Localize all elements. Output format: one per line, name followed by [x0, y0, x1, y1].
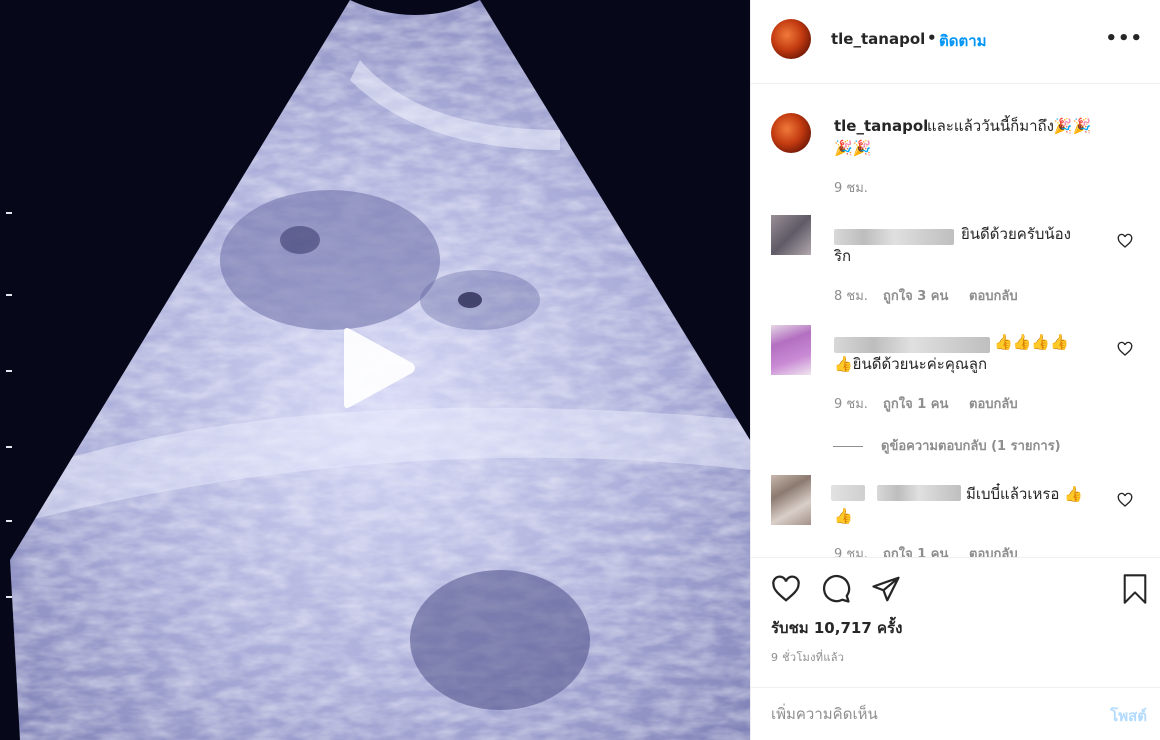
comments-list[interactable]: tle_tanapol และแล้ววันนี้ก็มาถึง🎉🎉 🎉🎉 9 … — [751, 85, 1160, 557]
follow-button[interactable]: ติดตาม — [939, 29, 987, 53]
bookmark-save-icon[interactable] — [1121, 573, 1149, 605]
commenter-username-blurred[interactable] — [834, 229, 954, 245]
view-replies-button[interactable]: ดูข้อความตอบกลับ (1 รายการ) — [833, 435, 1061, 456]
comment-text-cont: ริก — [834, 247, 852, 265]
reply-button[interactable]: ตอบกลับ — [969, 285, 1018, 306]
comment-time[interactable]: 9 ชม. — [834, 393, 868, 414]
post-header: tle_tanapol • ติดตาม ••• — [751, 0, 1160, 84]
commenter-avatar[interactable] — [771, 325, 811, 375]
commenter-username-blurred[interactable] — [831, 485, 865, 501]
author-avatar[interactable] — [771, 19, 811, 59]
view-replies-label: ดูข้อความตอบกลับ (1 รายการ) — [881, 439, 1061, 454]
like-comment-heart-icon[interactable] — [1117, 341, 1133, 357]
view-count[interactable]: รับชม 10,717 ครั้ง — [771, 616, 902, 640]
separator-dot: • — [927, 29, 937, 47]
like-comment-heart-icon[interactable] — [1117, 233, 1133, 249]
author-username[interactable]: tle_tanapol — [831, 30, 925, 48]
play-icon[interactable] — [338, 326, 418, 410]
depth-marker — [6, 520, 12, 522]
post-side-panel: tle_tanapol • ติดตาม ••• tle_tanapol และ… — [750, 0, 1160, 740]
add-comment-bar: โพสต์ — [751, 687, 1160, 740]
commenter-username-blurred[interactable] — [834, 337, 990, 353]
reply-button[interactable]: ตอบกลับ — [969, 543, 1018, 557]
comment-likes[interactable]: ถูกใจ 1 คน — [883, 543, 948, 557]
caption-avatar[interactable] — [771, 113, 811, 153]
comment-likes[interactable]: ถูกใจ 3 คน — [883, 285, 948, 306]
commenter-username-blurred[interactable] — [877, 485, 961, 501]
comment-time[interactable]: 9 ชม. — [834, 543, 868, 557]
like-heart-icon[interactable] — [771, 574, 801, 604]
comment-text-cont: 👍 — [834, 507, 853, 525]
video-player[interactable] — [0, 0, 750, 740]
post-comment-button[interactable]: โพสต์ — [1110, 704, 1147, 728]
comment-time[interactable]: 8 ชม. — [834, 285, 868, 306]
depth-marker — [6, 446, 12, 448]
depth-marker — [6, 212, 12, 214]
instagram-post-modal: tle_tanapol • ติดตาม ••• tle_tanapol และ… — [0, 0, 1160, 740]
comment-text: ยินดีด้วยครับน้อง — [961, 225, 1071, 243]
post-time-ago[interactable]: 9 ชั่วโมงที่แล้ว — [771, 648, 844, 666]
commenter-avatar[interactable] — [771, 475, 811, 525]
replies-divider — [833, 446, 863, 447]
reply-button[interactable]: ตอบกลับ — [969, 393, 1018, 414]
comment-likes[interactable]: ถูกใจ 1 คน — [883, 393, 948, 414]
depth-marker — [6, 370, 12, 372]
depth-marker — [6, 294, 12, 296]
caption-time[interactable]: 9 ชม. — [834, 177, 868, 198]
like-comment-heart-icon[interactable] — [1117, 492, 1133, 508]
commenter-avatar[interactable] — [771, 215, 811, 255]
comment-text-cont: 👍ยินดีด้วยนะค่ะคุณลูก — [834, 355, 988, 373]
comment-input[interactable] — [771, 700, 1081, 728]
comment-text: 👍👍👍👍 — [994, 333, 1069, 351]
comment-bubble-icon[interactable] — [821, 574, 851, 604]
depth-marker — [6, 596, 12, 598]
comment-text: มีเบบี๋แล้วเหรอ 👍 — [966, 485, 1083, 503]
caption-username[interactable]: tle_tanapol — [834, 115, 928, 137]
caption-text-cont: 🎉🎉 — [834, 139, 872, 157]
post-actions: รับชม 10,717 ครั้ง 9 ชั่วโมงที่แล้ว — [751, 557, 1160, 687]
share-paper-plane-icon[interactable] — [871, 574, 901, 604]
more-options-icon[interactable]: ••• — [1105, 28, 1143, 49]
caption-text: และแล้ววันนี้ก็มาถึง🎉🎉 — [927, 117, 1092, 135]
